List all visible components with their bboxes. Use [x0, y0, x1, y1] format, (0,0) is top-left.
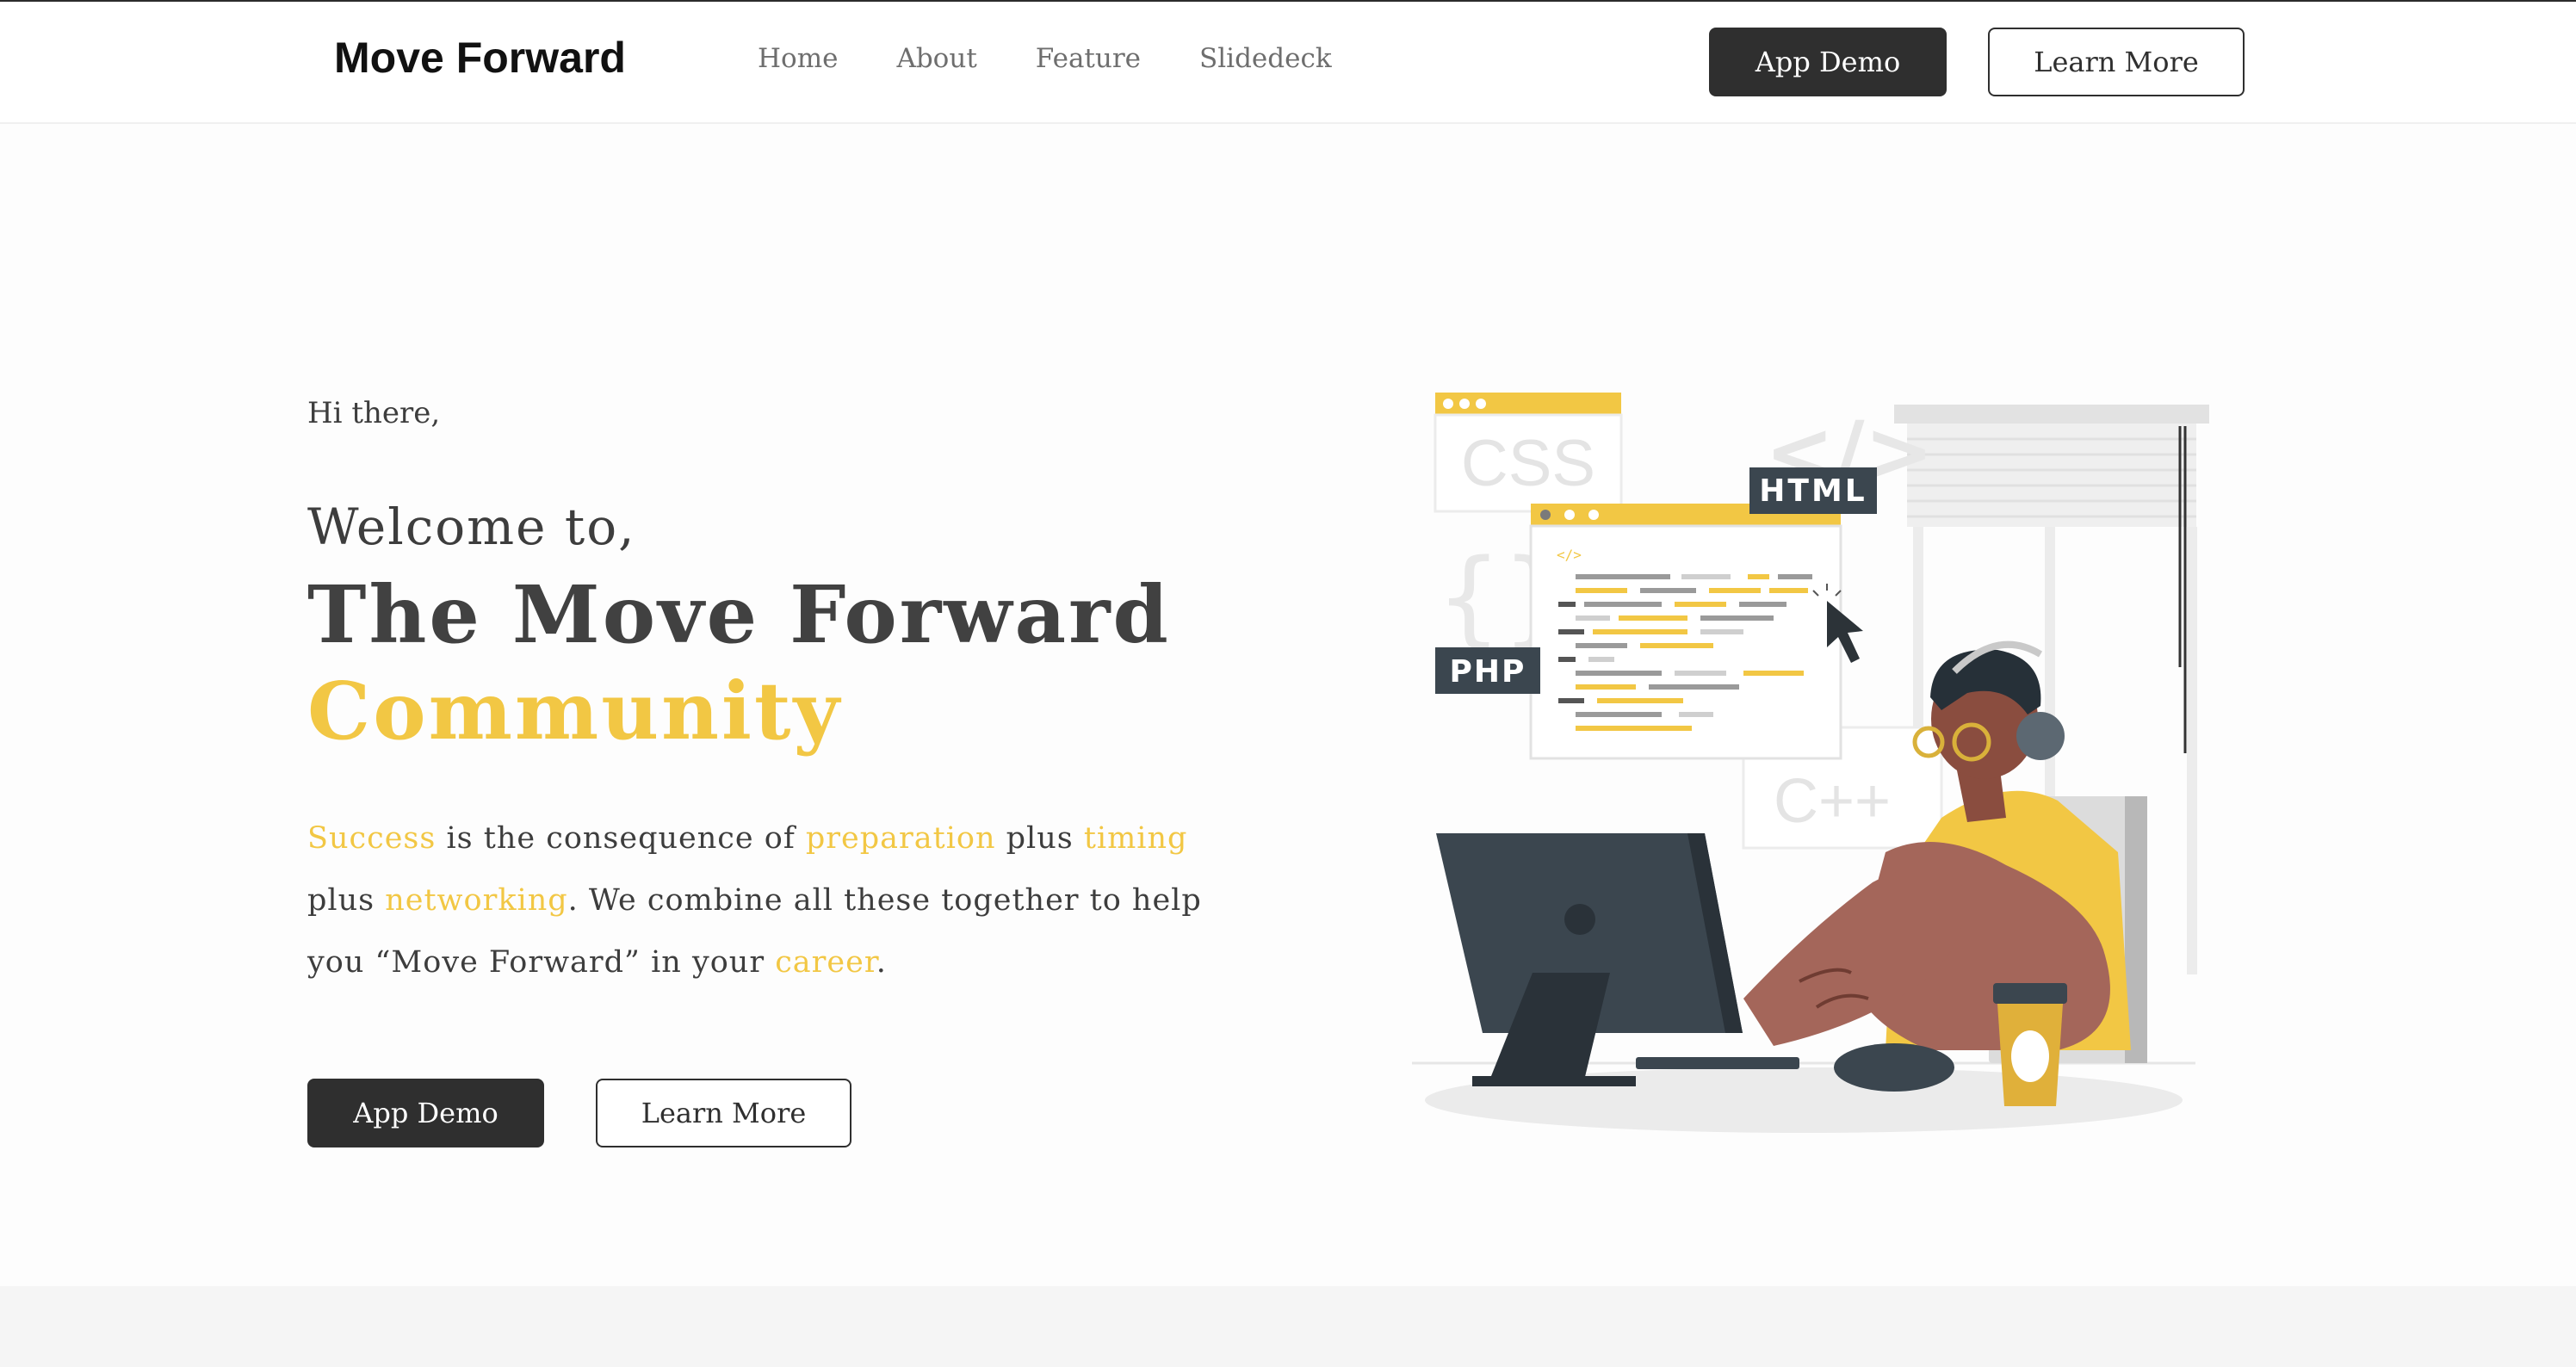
- svg-text:</>: </>: [1557, 547, 1582, 563]
- html-badge: HTML: [1759, 473, 1867, 509]
- keyboard: [1636, 1057, 1799, 1069]
- coffee-cup: [1993, 983, 2067, 1106]
- hero-title-line1: The Move Forward: [307, 568, 1171, 661]
- code-editor-window: </>: [1529, 504, 1842, 760]
- hero-learn-more-button[interactable]: Learn More: [596, 1079, 851, 1147]
- next-section-band: [0, 1286, 2576, 1367]
- hero-welcome: Welcome to,: [307, 498, 636, 556]
- css-label: CSS: [1461, 427, 1595, 500]
- header-learn-more-button[interactable]: Learn More: [1988, 28, 2245, 96]
- highlight-timing: timing: [1083, 821, 1188, 856]
- computer-monitor: [1436, 833, 1743, 1086]
- php-badge: PHP: [1450, 654, 1526, 690]
- highlight-career: career: [775, 945, 876, 980]
- paragraph-text: is the consequence of: [436, 821, 806, 856]
- hero-greeting: Hi there,: [307, 396, 441, 430]
- paragraph-text: plus: [995, 821, 1084, 856]
- top-navbar: Move Forward Home About Feature Slidedec…: [0, 2, 2576, 124]
- main-nav: Home About Feature Slidedeck: [758, 43, 1332, 74]
- highlight-networking: networking: [385, 883, 568, 918]
- paragraph-text: plus: [307, 883, 386, 918]
- header-app-demo-button[interactable]: App Demo: [1709, 28, 1947, 96]
- cpp-label: C++: [1774, 767, 1891, 836]
- css-window: CSS: [1434, 393, 1623, 513]
- site-logo[interactable]: Move Forward: [334, 33, 626, 83]
- hero-paragraph: Success is the consequence of preparatio…: [307, 807, 1211, 993]
- nav-about[interactable]: About: [896, 43, 976, 74]
- nav-feature[interactable]: Feature: [1036, 43, 1141, 74]
- highlight-success: Success: [307, 821, 437, 856]
- hero-title-line2: Community: [307, 665, 842, 758]
- highlight-preparation: preparation: [805, 821, 996, 856]
- nav-slidedeck[interactable]: Slidedeck: [1199, 43, 1332, 74]
- nav-home[interactable]: Home: [758, 43, 838, 74]
- developer-illustration: CSS </> {} C++ </> HTML PHP: [1412, 393, 2209, 1133]
- hero-app-demo-button[interactable]: App Demo: [307, 1079, 544, 1147]
- computer-mouse: [1834, 1043, 1954, 1092]
- paragraph-text: .: [876, 945, 887, 980]
